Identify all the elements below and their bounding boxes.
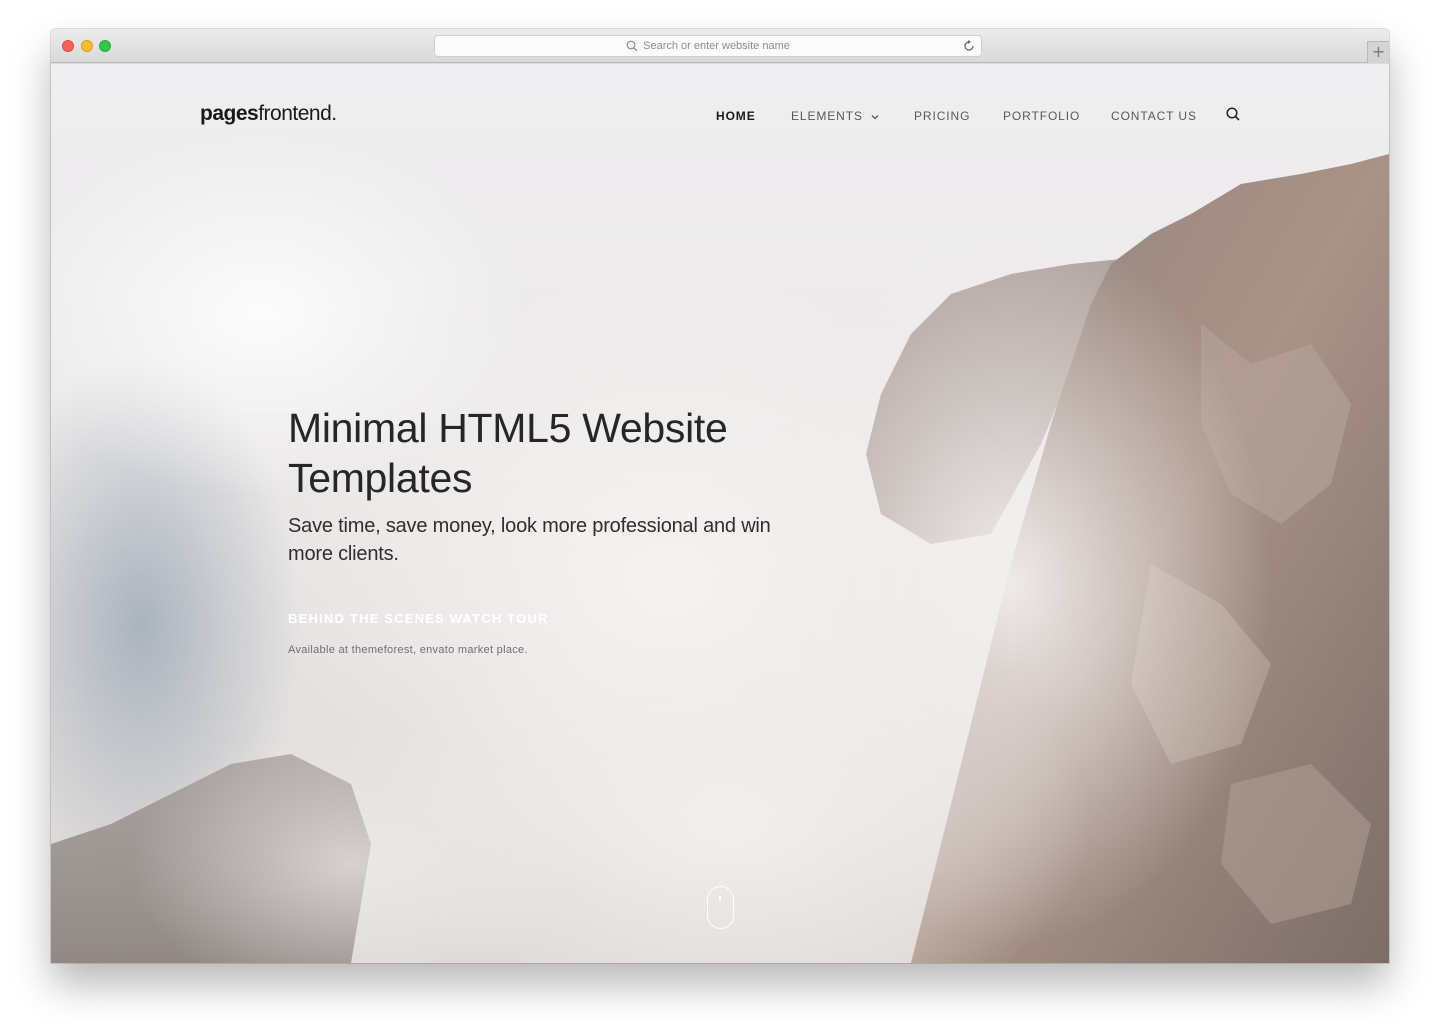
site-logo[interactable]: pagesfrontend. bbox=[200, 102, 337, 126]
address-bar-placeholder: Search or enter website name bbox=[643, 40, 790, 52]
maximize-window-button[interactable] bbox=[99, 40, 111, 52]
chevron-down-icon bbox=[871, 115, 879, 120]
nav-item-home[interactable]: HOME bbox=[716, 109, 756, 123]
page-viewport: pagesfrontend. HOME ELEMENTS PRICING POR… bbox=[51, 64, 1389, 963]
nav-item-contact[interactable]: CONTACT US bbox=[1111, 109, 1197, 123]
nav-item-elements-label: ELEMENTS bbox=[791, 109, 863, 123]
mouse-wheel bbox=[719, 896, 721, 901]
address-bar[interactable]: Search or enter website name bbox=[434, 35, 982, 57]
browser-window: Search or enter website name + pagesfron… bbox=[51, 29, 1389, 963]
hero-note: Available at themeforest, envato market … bbox=[288, 644, 528, 656]
nav-item-elements[interactable]: ELEMENTS bbox=[791, 109, 879, 123]
new-tab-button[interactable]: + bbox=[1367, 41, 1389, 63]
logo-text-light: frontend. bbox=[258, 102, 337, 125]
browser-titlebar: Search or enter website name + bbox=[51, 29, 1389, 63]
nav-item-portfolio[interactable]: PORTFOLIO bbox=[1003, 109, 1080, 123]
logo-text-bold: pages bbox=[200, 102, 259, 125]
mouse-scroll-icon[interactable] bbox=[707, 886, 734, 929]
watch-tour-link[interactable]: BEHIND THE SCENES WATCH TOUR bbox=[288, 611, 549, 626]
hero-subtitle: Save time, save money, look more profess… bbox=[288, 515, 771, 565]
nav-item-pricing[interactable]: PRICING bbox=[914, 109, 970, 123]
search-icon bbox=[626, 40, 638, 52]
hero-title: Minimal HTML5 Website Templates bbox=[288, 405, 728, 501]
search-icon[interactable] bbox=[1225, 106, 1241, 122]
minimize-window-button[interactable] bbox=[81, 40, 93, 52]
reload-icon[interactable] bbox=[962, 39, 976, 53]
close-window-button[interactable] bbox=[62, 40, 74, 52]
